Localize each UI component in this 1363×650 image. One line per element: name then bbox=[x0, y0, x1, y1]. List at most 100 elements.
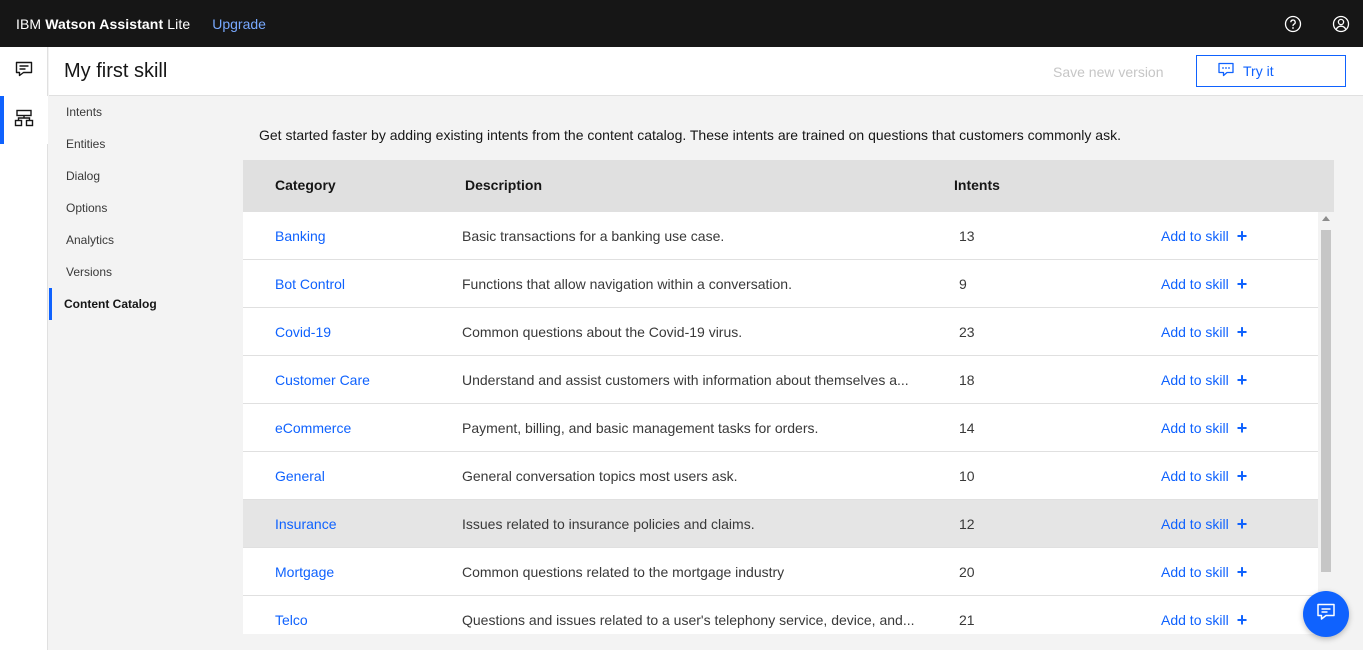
table-body: Banking Basic transactions for a banking … bbox=[243, 212, 1318, 634]
table-row[interactable]: Insurance Issues related to insurance pol… bbox=[243, 500, 1318, 548]
upgrade-link[interactable]: Upgrade bbox=[212, 16, 266, 32]
brand-plan: Lite bbox=[167, 15, 191, 32]
intent-count: 9 bbox=[959, 276, 967, 292]
add-to-skill-label: Add to skill bbox=[1161, 228, 1229, 244]
add-to-skill-label: Add to skill bbox=[1161, 564, 1229, 580]
brand-company: IBM bbox=[16, 15, 42, 32]
add-to-skill-label: Add to skill bbox=[1161, 420, 1229, 436]
add-to-skill-label: Add to skill bbox=[1161, 324, 1229, 340]
table-header: Category Description Intents bbox=[243, 160, 1334, 212]
category-description: Basic transactions for a banking use cas… bbox=[462, 228, 725, 244]
category-link[interactable]: General bbox=[275, 468, 325, 484]
plus-icon: + bbox=[1236, 322, 1248, 342]
add-to-skill-label: Add to skill bbox=[1161, 276, 1229, 292]
nav-entities[interactable]: Entities bbox=[49, 128, 229, 160]
intent-count: 12 bbox=[959, 516, 975, 532]
add-to-skill-button[interactable]: Add to skill + bbox=[1161, 611, 1247, 629]
nav-options[interactable]: Options bbox=[49, 192, 229, 224]
left-rail bbox=[0, 47, 48, 650]
category-link[interactable]: Bot Control bbox=[275, 276, 345, 292]
plus-icon: + bbox=[1236, 274, 1248, 294]
table-row[interactable]: Customer Care Understand and assist custo… bbox=[243, 356, 1318, 404]
try-it-button[interactable]: Try it bbox=[1196, 55, 1346, 87]
intent-count: 13 bbox=[959, 228, 975, 244]
scroll-thumb[interactable] bbox=[1321, 230, 1331, 572]
chat-launcher-button[interactable] bbox=[1303, 591, 1349, 637]
page-header: My first skill Save new version Try it bbox=[49, 47, 1363, 96]
category-link[interactable]: Banking bbox=[275, 228, 326, 244]
plus-icon: + bbox=[1236, 370, 1248, 390]
category-link[interactable]: eCommerce bbox=[275, 420, 351, 436]
category-description: Payment, billing, and basic management t… bbox=[462, 420, 819, 436]
plus-icon: + bbox=[1236, 466, 1248, 486]
intent-count: 20 bbox=[959, 564, 975, 580]
intent-count: 23 bbox=[959, 324, 975, 340]
add-to-skill-button[interactable]: Add to skill + bbox=[1161, 274, 1248, 294]
plus-icon: + bbox=[1236, 514, 1248, 534]
save-new-version-button[interactable]: Save new version bbox=[1053, 64, 1164, 80]
table-scrollbar[interactable] bbox=[1318, 212, 1334, 634]
brand-product: Watson Assistant bbox=[45, 15, 164, 32]
chat-icon bbox=[14, 59, 34, 84]
catalog-intro: Get started faster by adding existing in… bbox=[259, 127, 1121, 143]
nav-content-catalog[interactable]: Content Catalog bbox=[49, 288, 229, 320]
add-to-skill-button[interactable]: Add to skill + bbox=[1161, 514, 1248, 534]
add-to-skill-label: Add to skill bbox=[1161, 516, 1229, 532]
column-header-description: Description bbox=[465, 177, 543, 193]
add-to-skill-label: Add to skill bbox=[1161, 468, 1229, 484]
add-to-skill-label: Add to skill bbox=[1161, 372, 1229, 388]
catalog-table: Category Description Intents Banking Basi… bbox=[243, 160, 1334, 634]
category-description: Common questions related to the mortgage… bbox=[462, 564, 785, 580]
table-row[interactable]: Mortgage Common questions related to the … bbox=[243, 548, 1318, 596]
page-title: My first skill bbox=[64, 60, 168, 82]
category-link[interactable]: Mortgage bbox=[275, 564, 334, 580]
category-link[interactable]: Insurance bbox=[275, 516, 336, 532]
table-row[interactable]: Banking Basic transactions for a banking … bbox=[243, 212, 1318, 260]
intent-count: 14 bbox=[959, 420, 975, 436]
table-row[interactable]: Bot Control Functions that allow navigati… bbox=[243, 260, 1318, 308]
add-to-skill-button[interactable]: Add to skill + bbox=[1161, 418, 1248, 438]
intent-count: 18 bbox=[959, 372, 975, 388]
add-to-skill-button[interactable]: Add to skill + bbox=[1161, 562, 1248, 582]
table-row[interactable]: Telco Questions and issues related to a u… bbox=[243, 596, 1318, 634]
table-row[interactable]: eCommerce Payment, billing, and basic man… bbox=[243, 404, 1318, 452]
category-link[interactable]: Covid-19 bbox=[275, 324, 331, 340]
header-actions bbox=[1283, 0, 1351, 47]
column-header-category: Category bbox=[275, 177, 336, 193]
add-to-skill-button[interactable]: Add to skill + bbox=[1161, 466, 1248, 486]
intent-count: 21 bbox=[959, 612, 975, 628]
add-to-skill-button[interactable]: Add to skill + bbox=[1161, 370, 1248, 390]
skill-nav: Intents Entities Dialog Options Analytic… bbox=[49, 96, 229, 650]
add-to-skill-label: Add to skill bbox=[1161, 612, 1229, 628]
table-row[interactable]: Covid-19 Common questions about the Covid… bbox=[243, 308, 1318, 356]
category-description: Questions and issues related to a user's… bbox=[462, 612, 915, 628]
plus-icon: + bbox=[1236, 562, 1248, 582]
intent-count: 10 bbox=[959, 468, 975, 484]
nav-versions[interactable]: Versions bbox=[49, 256, 229, 288]
plus-icon: + bbox=[1236, 418, 1248, 438]
scroll-up-arrow-icon[interactable] bbox=[1322, 216, 1330, 221]
brand[interactable]: IBM Watson Assistant Lite bbox=[16, 16, 190, 32]
column-header-intents: Intents bbox=[954, 177, 1000, 193]
table-row[interactable]: General General conversation topics most … bbox=[243, 452, 1318, 500]
nav-analytics[interactable]: Analytics bbox=[49, 224, 229, 256]
top-header: IBM Watson Assistant Lite Upgrade bbox=[0, 0, 1363, 47]
add-to-skill-button[interactable]: Add to skill + bbox=[1161, 227, 1247, 245]
category-description: General conversation topics most users a… bbox=[462, 468, 738, 484]
help-icon[interactable] bbox=[1283, 14, 1303, 34]
skills-icon bbox=[14, 108, 34, 133]
category-description: Common questions about the Covid-19 viru… bbox=[462, 324, 743, 340]
nav-dialog[interactable]: Dialog bbox=[49, 160, 229, 192]
rail-skills[interactable] bbox=[0, 96, 48, 144]
user-avatar-icon[interactable] bbox=[1331, 14, 1351, 34]
chat-icon bbox=[1315, 601, 1337, 628]
chat-icon bbox=[1217, 61, 1235, 82]
add-to-skill-button[interactable]: Add to skill + bbox=[1161, 322, 1248, 342]
category-description: Functions that allow navigation within a… bbox=[462, 276, 792, 292]
rail-assistants[interactable] bbox=[0, 47, 48, 95]
nav-intents[interactable]: Intents bbox=[49, 96, 229, 128]
category-link[interactable]: Telco bbox=[275, 612, 308, 628]
category-description: Issues related to insurance policies and… bbox=[462, 516, 755, 532]
category-link[interactable]: Customer Care bbox=[275, 372, 370, 388]
try-it-label: Try it bbox=[1243, 63, 1274, 79]
